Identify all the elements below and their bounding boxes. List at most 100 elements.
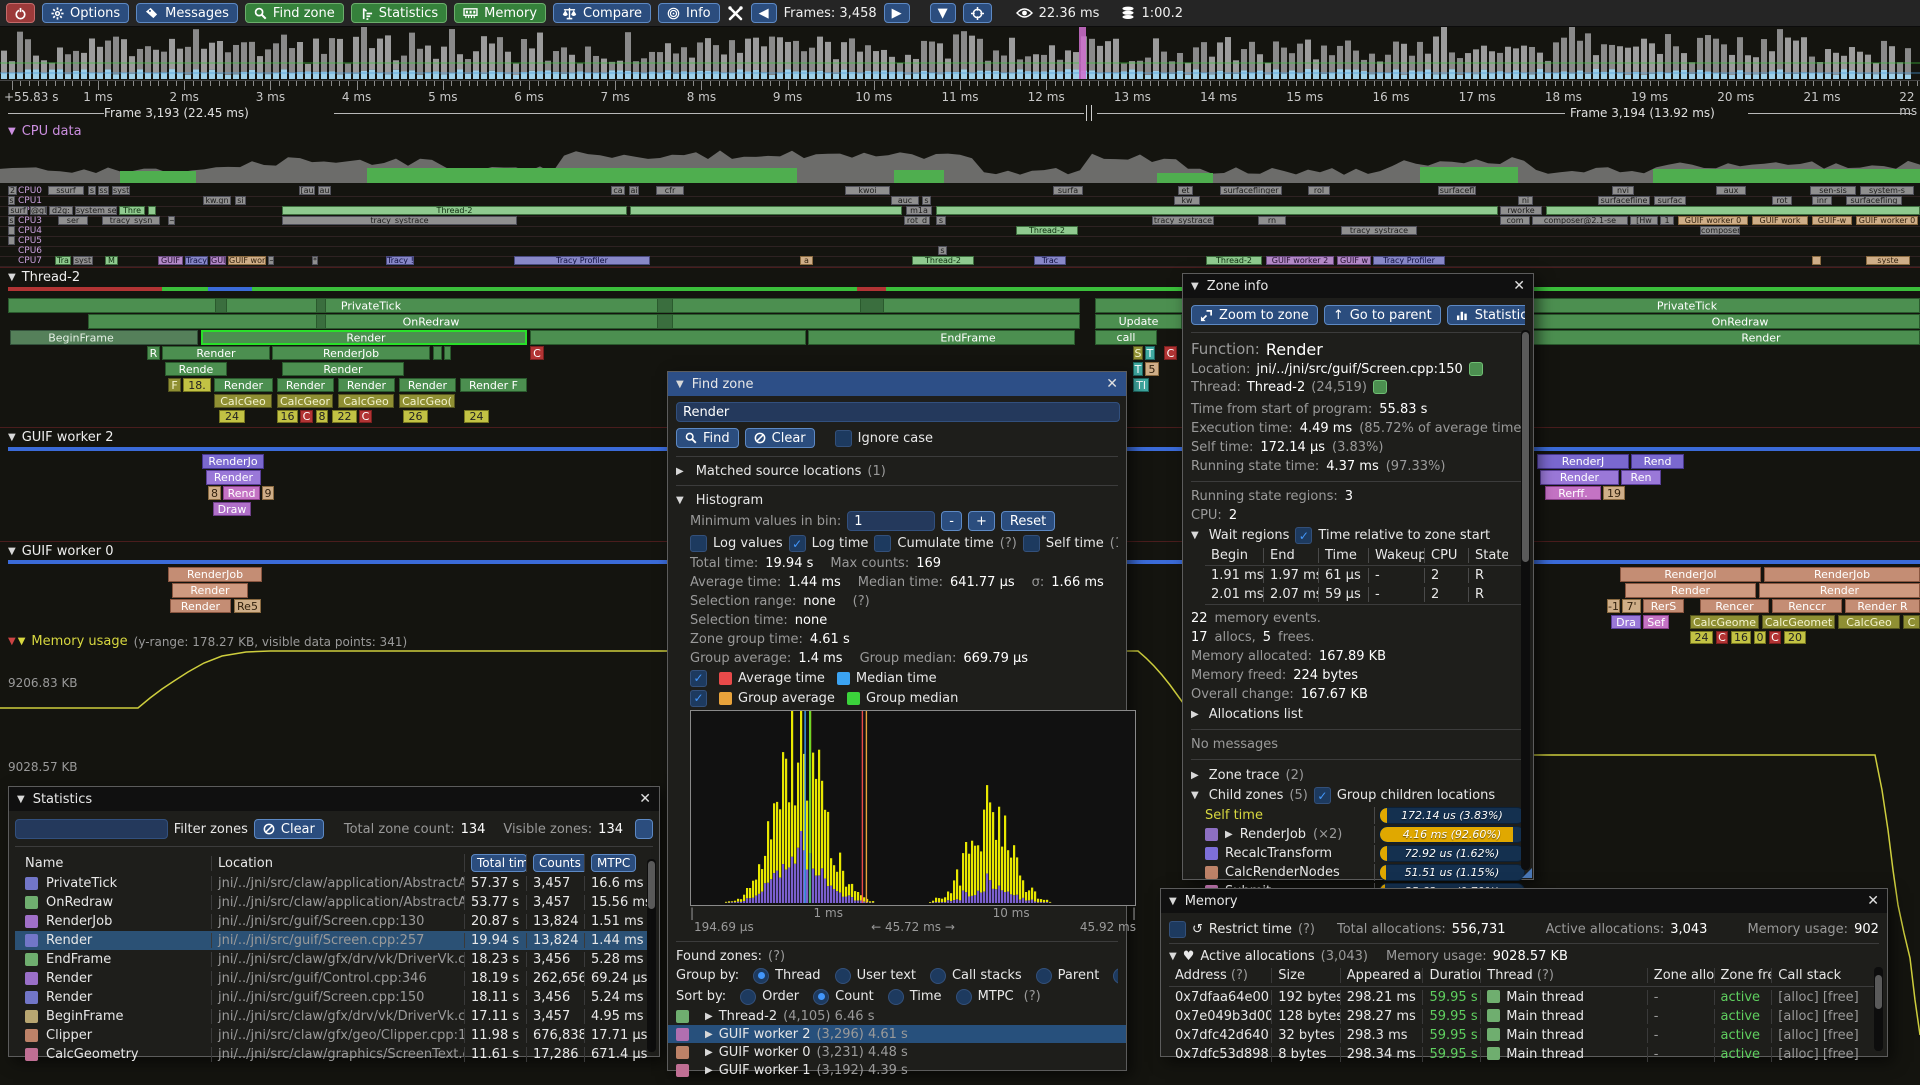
cpu-zone-box[interactable]: composer@2.1-se bbox=[1532, 216, 1628, 225]
zone-box[interactable]: OnRedraw bbox=[1531, 314, 1920, 329]
cpu-zone-box[interactable]: Tracy Profiler bbox=[514, 256, 650, 265]
zone-box[interactable] bbox=[530, 330, 806, 345]
cpu-zone-box[interactable]: ni bbox=[1518, 196, 1533, 205]
child-zone-row[interactable]: CalcRenderNodes51.51 us (1.15%) bbox=[1191, 863, 1525, 882]
cpu-zone-box[interactable]: s bbox=[936, 216, 946, 225]
frame-overview-strip[interactable] bbox=[0, 27, 1920, 80]
section-cpu-data[interactable]: ▼CPU data bbox=[8, 124, 82, 139]
cpu-zone-box[interactable] bbox=[1812, 256, 1821, 265]
zone-box[interactable]: OnRedraw bbox=[88, 314, 1080, 329]
zone-box[interactable]: Rerff. bbox=[1545, 486, 1601, 500]
cpu-zone-box[interactable]: rot bbox=[1772, 196, 1792, 205]
statistics-row[interactable]: EndFramejni/../jni/src/claw/gfx/drv/vk/D… bbox=[15, 950, 653, 969]
zone-box[interactable]: BeginFrame bbox=[10, 330, 198, 345]
zone-box[interactable]: 7' bbox=[1622, 599, 1641, 613]
zone-box[interactable]: C bbox=[359, 410, 372, 423]
close-icon[interactable]: ✕ bbox=[1106, 376, 1118, 392]
zone-box[interactable]: CalcGeo bbox=[1838, 615, 1900, 629]
thread-chip[interactable] bbox=[1373, 380, 1387, 394]
zone-trace-expander[interactable]: ▶ bbox=[1191, 770, 1199, 781]
cpu-zone-box[interactable]: 2 bbox=[8, 186, 17, 195]
min-values-input[interactable]: 1 bbox=[847, 511, 935, 531]
cpu-zone-box[interactable]: Tracy ! bbox=[386, 256, 414, 265]
cpu-zone-box[interactable]: s bbox=[8, 196, 15, 205]
find-button[interactable]: Find bbox=[676, 428, 739, 448]
cpu-zone-box[interactable]: Thread-2 bbox=[1016, 226, 1078, 235]
memory-allocation-row[interactable]: 0x7e049b3d00128 bytes298.27 ms59.95 sMai… bbox=[1169, 1007, 1879, 1026]
thread-header-guif-worker-2[interactable]: ▼GUIF worker 2 bbox=[8, 430, 113, 445]
cpu-zone-box[interactable]: surfacefl bbox=[1438, 186, 1476, 195]
zone-box[interactable]: C bbox=[1164, 346, 1177, 360]
close-icon[interactable]: ✕ bbox=[639, 791, 651, 807]
zone-box[interactable]: C bbox=[1903, 615, 1920, 629]
cpu-zone-box[interactable]: M bbox=[105, 256, 118, 265]
zone-box[interactable]: Render F bbox=[460, 378, 527, 392]
zone-box[interactable]: Ren bbox=[1621, 470, 1661, 485]
cpu-zone-box[interactable]: syste bbox=[1866, 256, 1910, 265]
log-values-checkbox[interactable] bbox=[690, 535, 707, 552]
cpu-zone-box[interactable]: ~ bbox=[268, 256, 274, 265]
cpu-zone-box[interactable]: et bbox=[1178, 186, 1193, 195]
zone-box[interactable]: CalcGeomet bbox=[1762, 615, 1835, 629]
histogram-expander[interactable]: ▼ bbox=[676, 495, 684, 506]
found-zone-group[interactable]: ▶Thread-2(4,105) 6.46 s bbox=[668, 1007, 1126, 1025]
cpu-zone-box[interactable] bbox=[148, 206, 156, 215]
zone-box[interactable]: RenderJob bbox=[272, 346, 430, 360]
cpu-zone-box[interactable]: rworke bbox=[1500, 206, 1542, 215]
zone-box[interactable]: S bbox=[1133, 346, 1143, 360]
cpu-zone-box[interactable]: syst bbox=[73, 256, 93, 265]
wait-regions-expander[interactable]: ▼ bbox=[1191, 530, 1199, 541]
cpu-zone-box[interactable]: @gl bbox=[30, 206, 47, 215]
zone-box[interactable]: CalcGeome bbox=[1690, 615, 1759, 629]
cpu-zone-box[interactable]: Tracy bbox=[185, 256, 208, 265]
zone-box[interactable]: Rende bbox=[165, 362, 227, 376]
zone-box[interactable]: Render bbox=[1531, 330, 1920, 345]
cpu-zone-box[interactable]: GUIF wor bbox=[228, 256, 266, 265]
zone-box[interactable]: RenderJob bbox=[168, 567, 262, 582]
child-zones-expander[interactable]: ▼ bbox=[1191, 790, 1199, 801]
memory-scrollbar[interactable] bbox=[1874, 967, 1883, 1051]
zone-box[interactable]: 20 bbox=[1784, 631, 1806, 644]
cpu-zone-box[interactable] bbox=[630, 206, 902, 215]
zoom-to-zone-button[interactable]: Zoom to zone bbox=[1191, 305, 1318, 325]
cpu-zone-box[interactable]: GUIF worker 2 bbox=[1266, 256, 1334, 265]
zone-box[interactable]: C bbox=[530, 346, 544, 360]
zone-box[interactable]: Render bbox=[1540, 470, 1619, 485]
sort-by-radio-count[interactable] bbox=[813, 989, 829, 1005]
zone-box[interactable]: Render bbox=[338, 378, 395, 392]
cpu-zone-box[interactable]: [Hw bbox=[1630, 216, 1658, 225]
zone-box[interactable]: T bbox=[1145, 346, 1155, 360]
sort-total-time-button[interactable]: Total tim bbox=[471, 854, 526, 872]
statistics-scrollbar[interactable] bbox=[647, 859, 656, 1052]
zone-box[interactable] bbox=[316, 314, 326, 329]
increment-button[interactable]: + bbox=[968, 511, 995, 531]
group-expander[interactable]: ▶ bbox=[705, 1011, 713, 1022]
zone-box[interactable]: Render bbox=[277, 378, 334, 392]
group-by-radio-user-text[interactable] bbox=[835, 968, 851, 984]
cpu-zone-box[interactable]: s bbox=[938, 246, 947, 255]
cpu-zone-box[interactable]: rol bbox=[1308, 186, 1330, 195]
thread-header-guif-worker-0[interactable]: ▼GUIF worker 0 bbox=[8, 544, 113, 559]
zone-box[interactable]: RenderJob bbox=[1764, 567, 1920, 582]
zone-box[interactable]: 9 bbox=[262, 486, 274, 500]
zone-box[interactable]: CalcGeo( bbox=[399, 394, 455, 408]
zone-box[interactable]: Rend bbox=[1631, 454, 1684, 469]
zone-box[interactable]: Render R bbox=[1845, 599, 1920, 613]
cpu-zone-box[interactable]: GUIF-w bbox=[1812, 216, 1852, 225]
cpu-zone-box[interactable]: surfaceflinger bbox=[1220, 186, 1282, 195]
zone-box[interactable]: R bbox=[147, 346, 160, 360]
cpu-zone-box[interactable]: * bbox=[312, 256, 318, 265]
cpu-zone-box[interactable]: GUIF work bbox=[1752, 216, 1808, 225]
group-expander[interactable]: ▶ bbox=[705, 1029, 713, 1040]
statistics-row[interactable]: RenderJobjni/../jni/src/guif/Screen.cpp:… bbox=[15, 912, 653, 931]
cpu-zone-box[interactable]: syst bbox=[112, 186, 130, 195]
cpu-zone-box[interactable]: rot_d bbox=[904, 216, 930, 225]
wait-region-row[interactable]: 1.91 ms1.97 ms61 µs-2R bbox=[1205, 566, 1525, 585]
statistics-row[interactable]: OnRedrawjni/../jni/src/claw/application/… bbox=[15, 893, 653, 912]
zone-box[interactable]: Sef bbox=[1643, 615, 1669, 629]
cpu-zone-box[interactable]: GUIF worker 0 bbox=[1856, 216, 1918, 225]
zone-box[interactable]: C bbox=[300, 410, 313, 423]
cpu-zone-box[interactable] bbox=[8, 236, 15, 245]
zone-box[interactable]: 26 bbox=[403, 410, 428, 423]
zone-box[interactable]: T bbox=[1133, 362, 1143, 376]
